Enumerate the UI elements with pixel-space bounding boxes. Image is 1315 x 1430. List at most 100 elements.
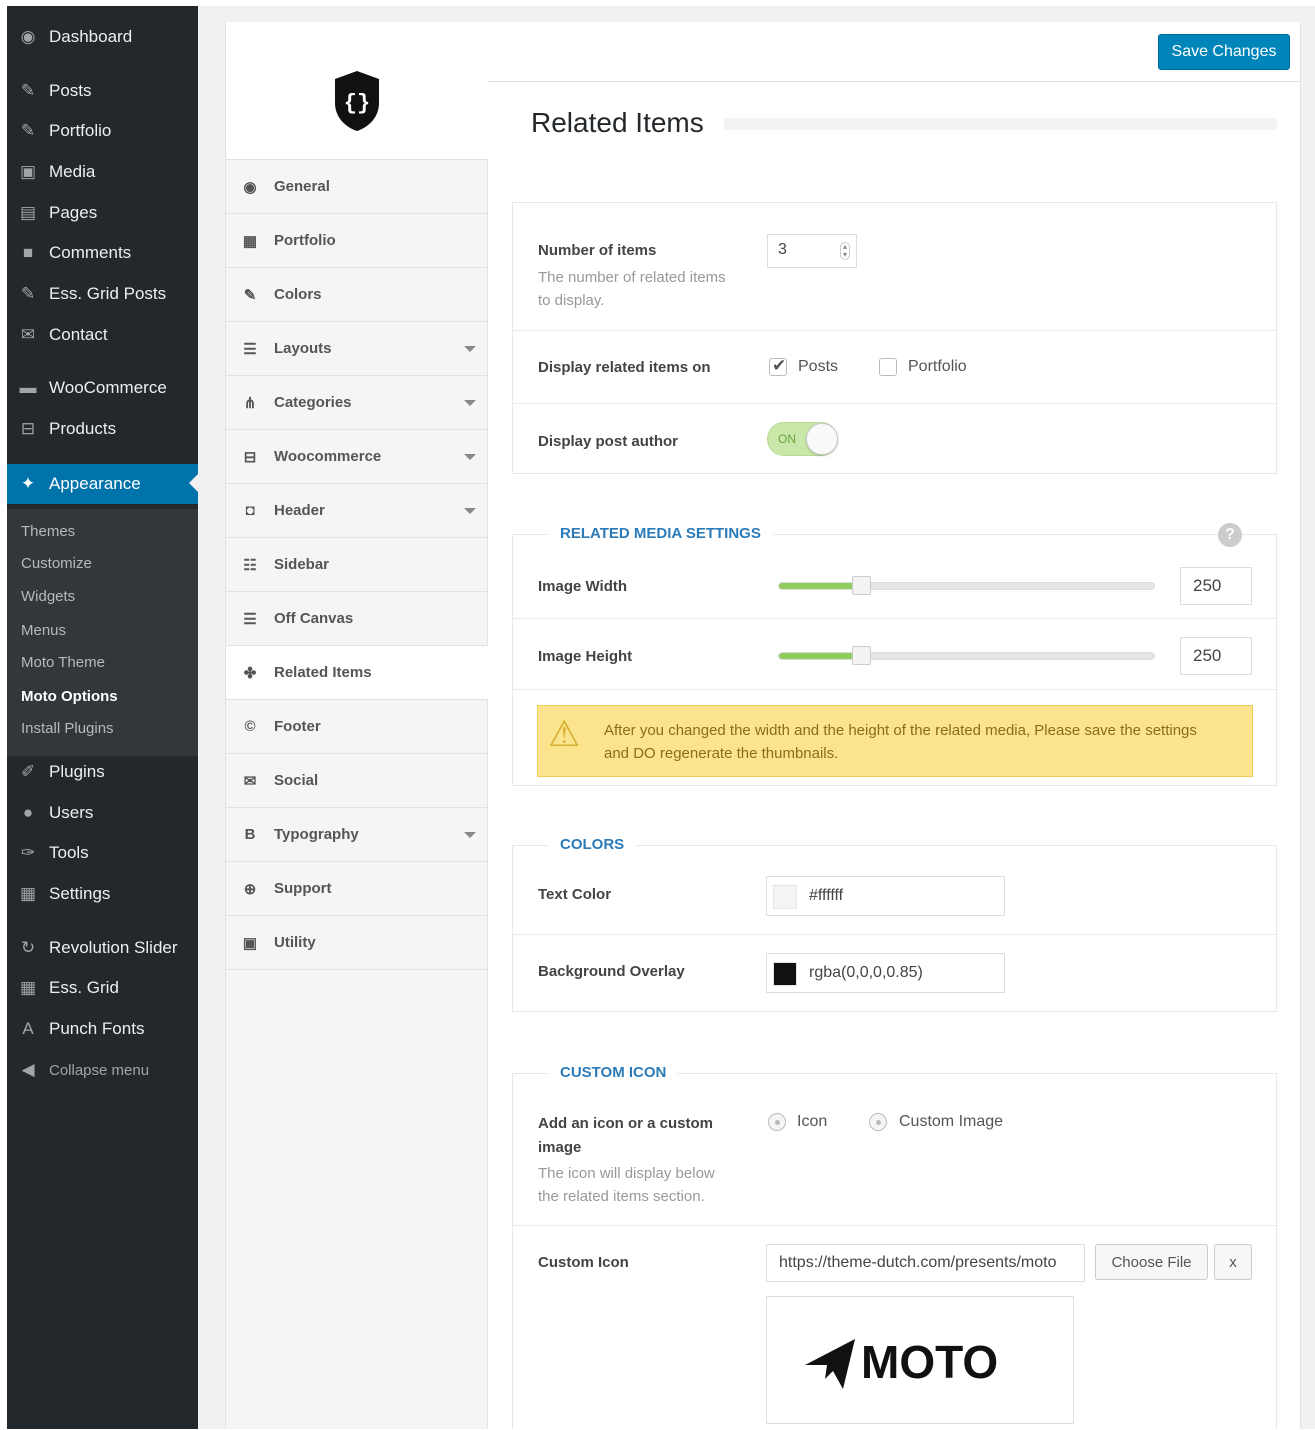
posts-checkbox[interactable]: ✔ [769,356,787,376]
slider-fill [779,653,854,659]
options-main: Save Changes Related Items Number of ite… [488,22,1301,1429]
collapse-menu[interactable]: ◀ Collapse menu [7,1052,198,1088]
menu-comments[interactable]: ■ Comments [7,235,198,271]
menu-contact[interactable]: ✉ Contact [7,317,198,353]
menu-revolution-slider[interactable]: ↻ Revolution Slider [7,930,198,966]
chevron-down-icon[interactable] [464,400,476,406]
options-nav-item-typography[interactable]: B Typography [226,808,488,862]
portfolio-checkbox[interactable] [879,358,897,376]
nav-item-label: Woocommerce [274,448,382,465]
custom-image-radio-label: Custom Image [899,1113,1004,1130]
icon-radio[interactable] [768,1113,786,1131]
options-nav-item-woocommerce[interactable]: ⊟ Woocommerce [226,430,488,484]
woo-icon: ▬ [19,378,37,397]
nav-item-icon: ✎ [243,286,257,304]
choose-file-button[interactable]: Choose File [1095,1244,1208,1280]
posts-checkbox-label: Posts [798,358,839,375]
options-nav-item-support[interactable]: ⊕ Support [226,862,488,916]
options-nav-item-social[interactable]: ✉ Social [226,754,488,808]
spinner-icon[interactable]: ▴ ▾ [840,242,850,260]
options-nav-item-header[interactable]: ◘ Header [226,484,488,538]
menu-tools[interactable]: ✑ Tools [7,835,198,871]
options-nav-item-utility[interactable]: ▣ Utility [226,916,488,970]
submenu-customize[interactable]: Customize [21,555,92,572]
plug-icon: ✐ [20,762,36,781]
custom-image-radio[interactable] [869,1113,887,1131]
submenu-menus[interactable]: Menus [21,622,66,639]
options-nav-item-colors[interactable]: ✎ Colors [226,268,488,322]
text-color-input[interactable]: #ffffff [766,876,1005,916]
menu-label: Posts [49,81,92,100]
save-changes-button[interactable]: Save Changes [1158,34,1290,70]
menu-woocommerce[interactable]: ▬ WooCommerce [7,370,198,406]
submenu-moto-options[interactable]: Moto Options [21,688,118,705]
number-value: 3 [778,241,787,258]
image-height-label: Image Height [538,648,633,665]
row-image-width: Image Width 250 [513,549,1276,619]
overlay-color-input[interactable]: rgba(0,0,0,0.85) [766,953,1005,993]
chevron-down-icon[interactable] [464,346,476,352]
custom-icon-url-input[interactable]: https://theme-dutch.com/presents/moto [766,1244,1085,1282]
options-nav-item-off-canvas[interactable]: ☰ Off Canvas [226,592,488,646]
options-nav-item-sidebar[interactable]: ☷ Sidebar [226,538,488,592]
chevron-down-icon[interactable] [464,454,476,460]
post-author-toggle[interactable]: ON [767,422,838,456]
image-width-slider[interactable] [778,576,1155,595]
remove-file-button[interactable]: x [1214,1244,1252,1280]
options-nav-item-portfolio[interactable]: ▦ Portfolio [226,214,488,268]
image-height-input[interactable]: 250 [1180,637,1252,675]
menu-ess-grid[interactable]: ▦ Ess. Grid [7,970,198,1006]
comments-icon: ■ [22,243,34,262]
nav-item-label: Utility [274,934,316,951]
nav-item-icon: ⊟ [243,448,257,466]
image-width-input[interactable]: 250 [1180,567,1252,605]
options-nav-item-general[interactable]: ◉ General [226,160,488,214]
menu-posts[interactable]: ✎ Posts [7,73,198,109]
nav-item-icon: ▦ [242,232,258,250]
nav-item-icon: ☷ [243,556,257,574]
menu-users[interactable]: ● Users [7,795,198,831]
nav-item-label: Categories [274,394,352,411]
row-text-color: Text Color #ffffff [513,858,1276,935]
slider-handle[interactable] [852,646,871,665]
overlay-color-swatch[interactable] [773,962,797,986]
submenu-widgets[interactable]: Widgets [21,588,75,605]
nav-item-icon: B [244,826,256,843]
menu-pages[interactable]: ▤ Pages [7,195,198,231]
options-nav-item-related-items[interactable]: ✤ Related Items [226,646,489,700]
display-on-label: Display related items on [538,359,711,376]
menu-dashboard[interactable]: ◉ Dashboard [7,19,198,55]
warning-icon: ⚠ [548,713,581,754]
post-author-label: Display post author [538,433,679,450]
number-of-items-input[interactable]: 3 ▴ ▾ [767,234,857,268]
menu-products[interactable]: ⊟ Products [7,411,198,447]
help-icon[interactable]: ? [1218,523,1242,547]
menu-portfolio[interactable]: ✎ Portfolio [7,113,198,149]
options-nav: {} ◉ General ▦ Portfolio ✎ Colors ☰ Layouts ⋔ Cat… [225,22,489,1429]
portfolio-checkbox-label: Portfolio [908,358,967,375]
custom-icon-label: Custom Icon [538,1254,629,1271]
nav-item-icon: ☰ [243,610,257,628]
page-title: Related Items [531,107,704,138]
menu-media[interactable]: ▣ Media [7,154,198,190]
image-height-slider[interactable] [778,646,1155,665]
submenu-themes[interactable]: Themes [21,523,75,540]
menu-settings[interactable]: ▦ Settings [7,876,198,912]
menu-appearance[interactable]: ✦ Appearance [7,464,198,504]
submenu-install-plugins[interactable]: Install Plugins [21,720,114,737]
submenu-moto-theme[interactable]: Moto Theme [21,654,105,671]
chevron-down-icon[interactable] [464,508,476,514]
font-icon: A [22,1019,34,1038]
slider-handle[interactable] [852,576,871,595]
options-nav-item-layouts[interactable]: ☰ Layouts [226,322,488,376]
options-nav-item-footer[interactable]: © Footer [226,700,488,754]
menu-punch-fonts[interactable]: A Punch Fonts [7,1011,198,1047]
chevron-down-icon[interactable] [464,832,476,838]
options-nav-item-categories[interactable]: ⋔ Categories [226,376,488,430]
menu-plugins[interactable]: ✐ Plugins [7,754,198,790]
menu-ess-grid-posts[interactable]: ✎ Ess. Grid Posts [7,276,198,312]
nav-item-icon: © [244,718,256,735]
nav-item-label: Support [274,880,332,897]
toggle-knob [806,423,838,455]
text-color-swatch[interactable] [773,885,797,909]
